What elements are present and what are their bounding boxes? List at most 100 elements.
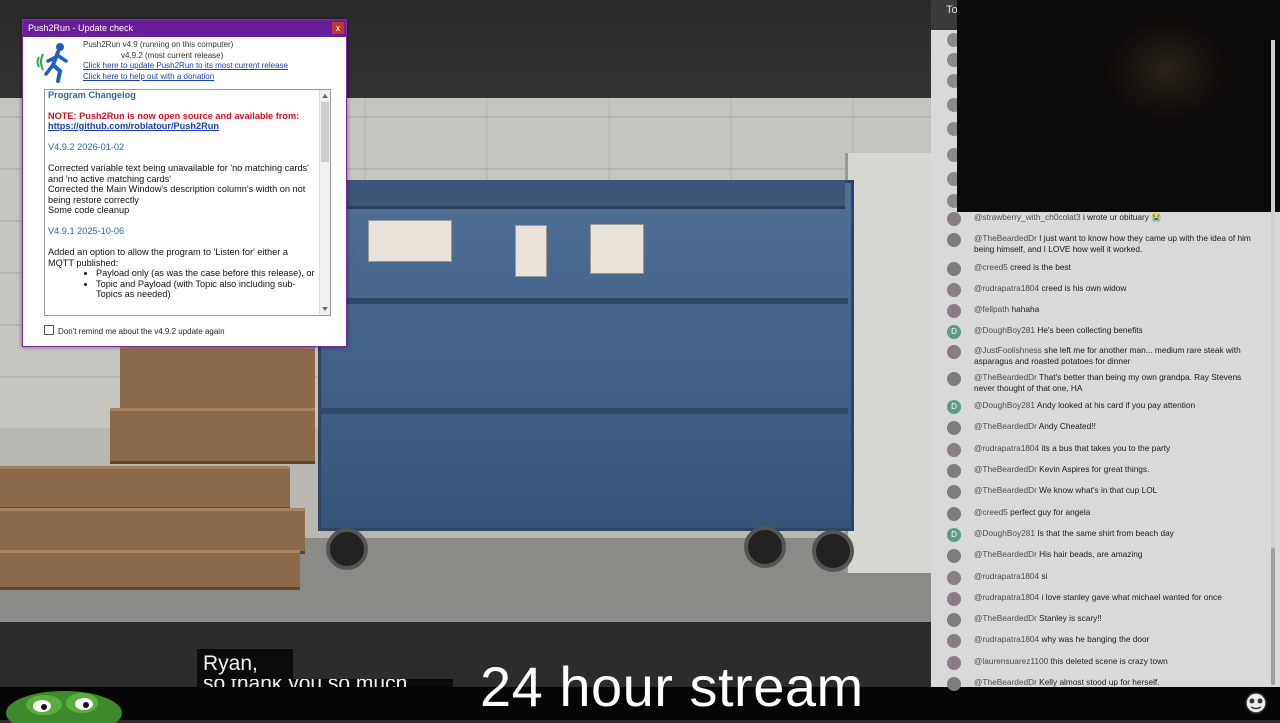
chat-author[interactable]: @TheBeardedDr bbox=[974, 485, 1037, 495]
dumpster-sticker bbox=[515, 225, 547, 277]
remind-option[interactable]: Don't remind me about the v4.9.2 update … bbox=[44, 325, 225, 337]
chat-text: its a bus that takes you to the party bbox=[1041, 443, 1171, 453]
chat-author[interactable]: @TheBeardedDr bbox=[974, 372, 1037, 382]
chat-text: this deleted scene is crazy town bbox=[1050, 656, 1168, 666]
pallet bbox=[0, 466, 290, 510]
close-button[interactable]: x bbox=[332, 22, 344, 34]
chat-text: hahaha bbox=[1011, 304, 1040, 314]
avatar[interactable] bbox=[947, 549, 961, 563]
dumpster-sticker bbox=[590, 224, 644, 274]
chat-author[interactable]: @TheBeardedDr bbox=[974, 677, 1037, 687]
chat-author[interactable]: @rudrapatra1804 bbox=[974, 634, 1039, 644]
changelog-entry: Some code cleanup bbox=[48, 205, 130, 215]
scrollbar-thumb[interactable] bbox=[321, 102, 329, 162]
chat-author[interactable]: @creed5 bbox=[974, 262, 1008, 272]
chat-message-body: @TheBeardedDr Kevin Aspires for great th… bbox=[974, 464, 1264, 475]
scroll-down-arrow-icon[interactable] bbox=[322, 307, 328, 311]
chat-author[interactable]: @DoughBoy281 bbox=[974, 528, 1035, 538]
chat-scrollbar-thumb[interactable] bbox=[1271, 548, 1275, 685]
remind-checkbox[interactable] bbox=[44, 325, 54, 335]
chat-message-body: @creed5 perfect guy for angela bbox=[974, 507, 1264, 518]
dumpster-lid bbox=[345, 180, 845, 209]
avatar[interactable] bbox=[947, 507, 961, 521]
chat-text: Kelly almost stood up for herself. bbox=[1039, 677, 1160, 687]
changelog-scrollbar[interactable] bbox=[319, 90, 330, 315]
chat-text: He's been collecting benefits bbox=[1037, 325, 1143, 335]
chat-author[interactable]: @TheBeardedDr bbox=[974, 233, 1037, 243]
chat-author[interactable]: @DoughBoy281 bbox=[974, 325, 1035, 335]
dialog-titlebar[interactable]: Push2Run - Update check x bbox=[23, 20, 346, 37]
pallet bbox=[120, 346, 315, 412]
chat-author[interactable]: @DoughBoy281 bbox=[974, 400, 1035, 410]
remind-label: Don't remind me about the v4.9.2 update … bbox=[58, 327, 225, 336]
chat-text: si bbox=[1041, 571, 1048, 581]
update-link[interactable]: Click here to update Push2Run to its mos… bbox=[83, 61, 288, 71]
chat-author[interactable]: @TheBeardedDr bbox=[974, 613, 1037, 623]
avatar[interactable] bbox=[947, 571, 961, 585]
avatar[interactable] bbox=[947, 464, 961, 478]
avatar[interactable] bbox=[947, 485, 961, 499]
changelog-entry: Added an option to allow the program to … bbox=[48, 247, 288, 268]
chat-author[interactable]: @TheBeardedDr bbox=[974, 421, 1037, 431]
chat-text: Andy Cheated!! bbox=[1038, 421, 1096, 431]
avatar[interactable]: D bbox=[947, 325, 961, 339]
avatar[interactable] bbox=[947, 677, 961, 691]
changelog-panel[interactable]: Program Changelog NOTE: Push2Run is now … bbox=[44, 89, 331, 316]
version-current-text: v4.9.2 (most current release) bbox=[121, 51, 224, 60]
chat-author[interactable]: @JustFoolishness bbox=[974, 345, 1042, 355]
avatar[interactable]: D bbox=[947, 528, 961, 542]
chat-author[interactable]: @TheBeardedDr bbox=[974, 464, 1037, 474]
avatar[interactable] bbox=[947, 233, 961, 247]
chat-message-body: @rudrapatra1804 si bbox=[974, 571, 1264, 582]
avatar[interactable] bbox=[947, 372, 961, 386]
caption-line-1: Ryan, bbox=[197, 649, 293, 679]
avatar[interactable] bbox=[947, 304, 961, 318]
changelog-entry: Corrected variable text being unavailabl… bbox=[48, 163, 309, 184]
frog-emote-icon bbox=[6, 691, 122, 723]
avatar[interactable] bbox=[947, 345, 961, 359]
avatar[interactable] bbox=[947, 421, 961, 435]
chat-author[interactable]: @rudrapatra1804 bbox=[974, 571, 1039, 581]
version-label: V4.9.1 2025-10-06 bbox=[48, 225, 125, 236]
changelog-content: Program Changelog NOTE: Push2Run is now … bbox=[48, 90, 316, 300]
chat-message-body: @TheBeardedDr His hair beads, are amazin… bbox=[974, 549, 1264, 560]
dialog-title: Push2Run - Update check bbox=[28, 23, 134, 33]
chat-text: His hair beads, are amazing bbox=[1039, 549, 1143, 559]
avatar[interactable] bbox=[947, 283, 961, 297]
avatar[interactable] bbox=[947, 656, 961, 670]
chat-header-text: To bbox=[946, 4, 958, 16]
avatar[interactable]: D bbox=[947, 400, 961, 414]
chat-text: why was he banging the door bbox=[1041, 634, 1150, 644]
chat-text: i love stanley gave what michael wanted … bbox=[1041, 592, 1222, 602]
chat-author[interactable]: @TheBeardedDr bbox=[974, 549, 1037, 559]
avatar[interactable] bbox=[947, 613, 961, 627]
chat-message-body: @rudrapatra1804 why was he banging the d… bbox=[974, 634, 1264, 645]
avatar[interactable] bbox=[947, 592, 961, 606]
chat-author[interactable]: @rudrapatra1804 bbox=[974, 283, 1039, 293]
chat-message-body: @DoughBoy281 Andy looked at his card if … bbox=[974, 400, 1264, 411]
wheel bbox=[812, 530, 854, 572]
chat-message-body: @DoughBoy281 Is that the same shirt from… bbox=[974, 528, 1264, 539]
chat-author[interactable]: @laurensuarez1100 bbox=[974, 656, 1048, 666]
github-link[interactable]: https://github.com/roblatour/Push2Run bbox=[48, 121, 316, 132]
avatar[interactable] bbox=[947, 262, 961, 276]
chat-text: creed is the best bbox=[1010, 262, 1071, 272]
scroll-up-arrow-icon[interactable] bbox=[322, 94, 328, 98]
chat-author[interactable]: @creed5 bbox=[974, 507, 1008, 517]
chat-text: creed is his own widow bbox=[1041, 283, 1127, 293]
pallet bbox=[0, 550, 300, 590]
chat-author[interactable]: @strawberry_with_ch0colat3 bbox=[974, 212, 1081, 222]
chat-message-body: @laurensuarez1100 this deleted scene is … bbox=[974, 656, 1264, 667]
changelog-entry: Corrected the Main Window's description … bbox=[48, 184, 306, 205]
avatar[interactable] bbox=[947, 212, 961, 226]
update-check-dialog: Push2Run - Update check x Push2Run v4.9 … bbox=[22, 19, 347, 347]
avatar[interactable] bbox=[947, 443, 961, 457]
chat-author[interactable]: @rudrapatra1804 bbox=[974, 443, 1039, 453]
chat-author[interactable]: @rudrapatra1804 bbox=[974, 592, 1039, 602]
chat-author[interactable]: @fellpath bbox=[974, 304, 1009, 314]
push2run-logo-icon bbox=[36, 43, 68, 83]
donate-link[interactable]: Click here to help out with a donation bbox=[83, 72, 214, 82]
mascot-icon bbox=[1245, 692, 1267, 714]
avatar[interactable] bbox=[947, 634, 961, 648]
chat-message-body: @TheBeardedDr That's better than being m… bbox=[974, 372, 1264, 393]
